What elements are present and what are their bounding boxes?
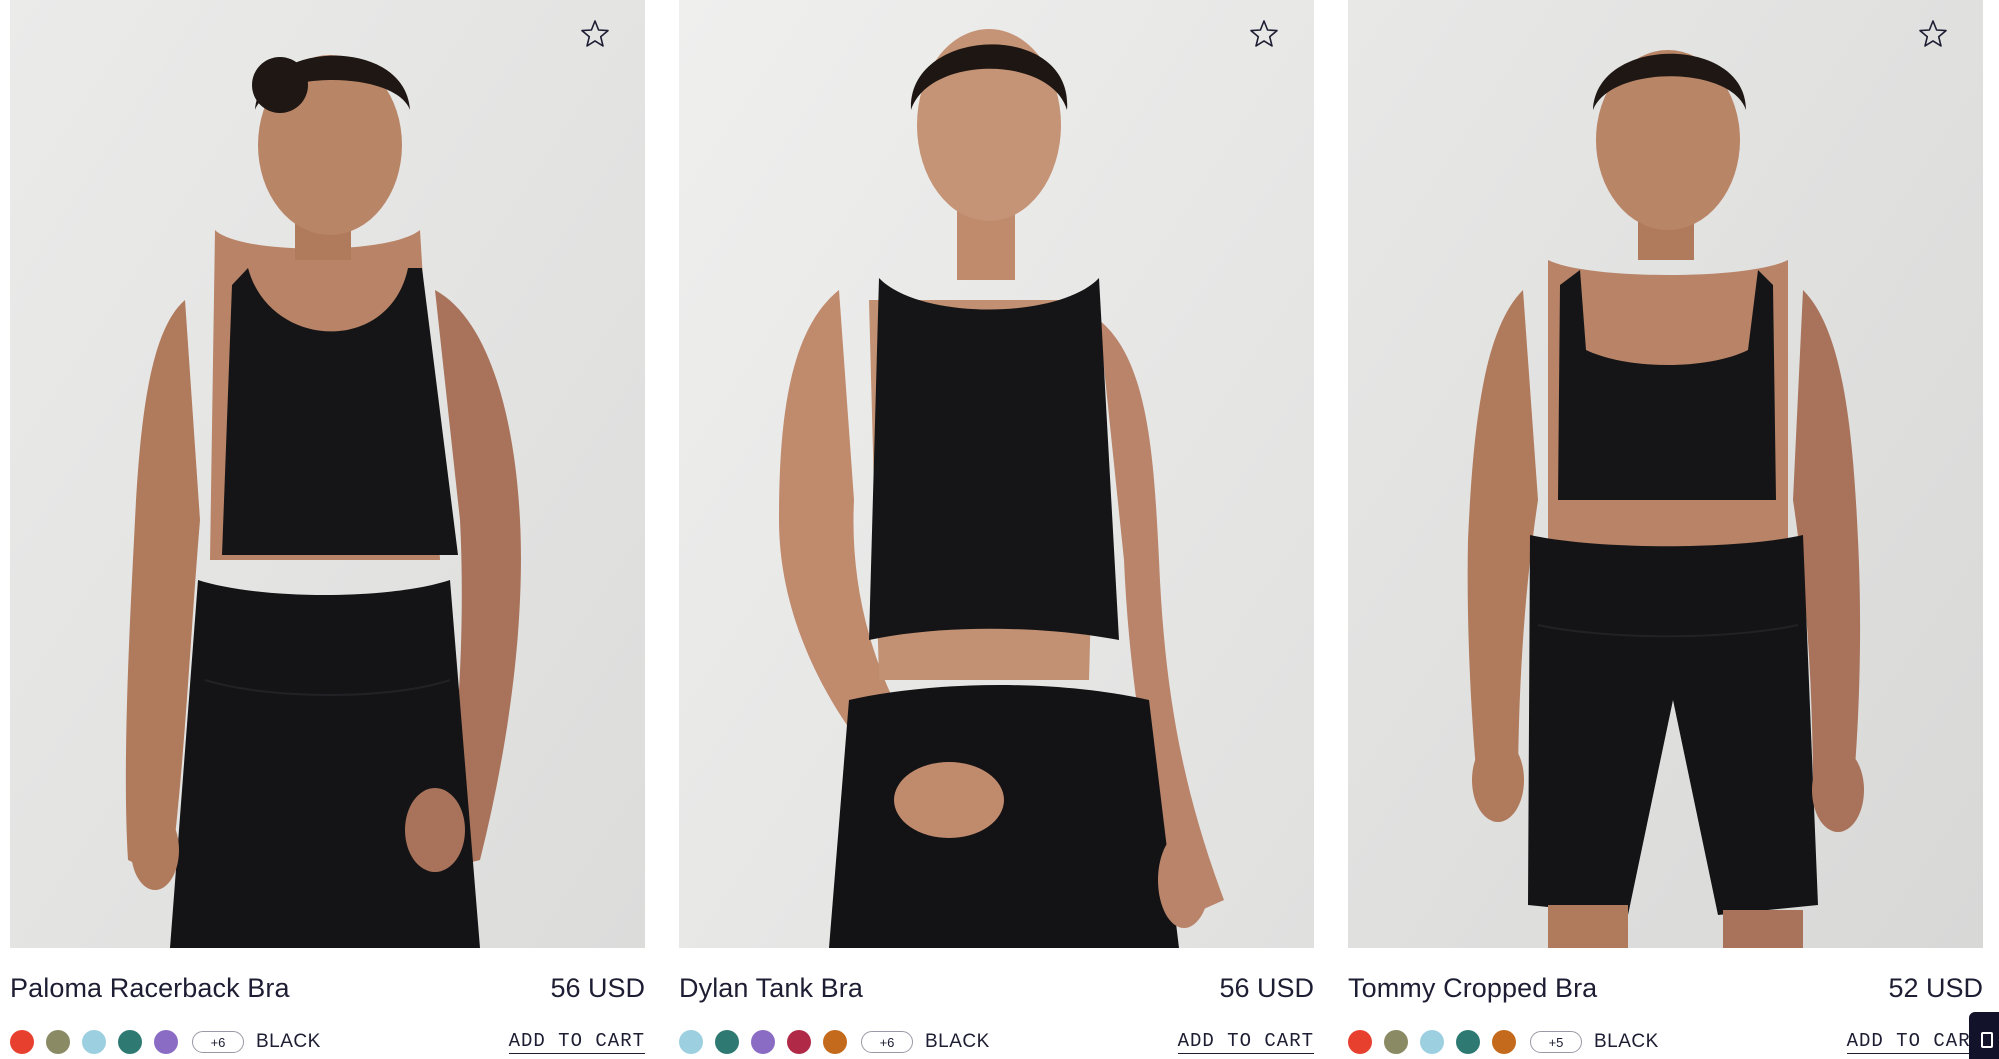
add-to-cart-button[interactable]: ADD TO CART	[1846, 1030, 1983, 1054]
color-swatch[interactable]	[751, 1030, 775, 1054]
color-swatch[interactable]	[823, 1030, 847, 1054]
color-swatch[interactable]	[1420, 1030, 1444, 1054]
product-image[interactable]	[679, 0, 1314, 948]
more-colors-button[interactable]: +6	[192, 1031, 244, 1053]
selected-color-label: BLACK	[256, 1031, 321, 1052]
color-swatches: +6 BLACK ADD TO CART	[679, 1028, 1314, 1056]
color-swatch[interactable]	[679, 1030, 703, 1054]
product-card: Tommy Cropped Bra 52 USD +5 BLACK ADD TO…	[1348, 0, 1983, 1059]
product-name[interactable]: Tommy Cropped Bra	[1348, 973, 1597, 1004]
color-swatch[interactable]	[46, 1030, 70, 1054]
product-grid: Paloma Racerback Bra 56 USD +6 BLACK ADD…	[0, 0, 1999, 1059]
product-info: Dylan Tank Bra 56 USD	[679, 972, 1314, 1004]
more-colors-button[interactable]: +5	[1530, 1031, 1582, 1053]
product-image[interactable]	[10, 0, 645, 948]
color-swatch[interactable]	[10, 1030, 34, 1054]
product-card: Paloma Racerback Bra 56 USD +6 BLACK ADD…	[10, 0, 645, 1059]
star-outline-icon[interactable]	[579, 18, 611, 50]
chat-icon	[1981, 1032, 1993, 1048]
product-price: 56 USD	[550, 972, 645, 1003]
star-outline-icon[interactable]	[1248, 18, 1280, 50]
product-card: Dylan Tank Bra 56 USD +6 BLACK ADD TO CA…	[679, 0, 1314, 1059]
chat-widget-button[interactable]	[1969, 1012, 1999, 1059]
color-swatch[interactable]	[1348, 1030, 1372, 1054]
more-colors-button[interactable]: +6	[861, 1031, 913, 1053]
product-info: Paloma Racerback Bra 56 USD	[10, 972, 645, 1004]
selected-color-label: BLACK	[925, 1031, 990, 1052]
color-swatch[interactable]	[1384, 1030, 1408, 1054]
product-price: 52 USD	[1888, 972, 1983, 1003]
product-name[interactable]: Dylan Tank Bra	[679, 973, 863, 1004]
product-name[interactable]: Paloma Racerback Bra	[10, 973, 290, 1004]
color-swatches: +5 BLACK ADD TO CART	[1348, 1028, 1983, 1056]
selected-color-label: BLACK	[1594, 1031, 1659, 1052]
color-swatch[interactable]	[787, 1030, 811, 1054]
product-image[interactable]	[1348, 0, 1983, 948]
add-to-cart-button[interactable]: ADD TO CART	[508, 1030, 645, 1054]
product-price: 56 USD	[1219, 972, 1314, 1003]
add-to-cart-button[interactable]: ADD TO CART	[1177, 1030, 1314, 1054]
product-info: Tommy Cropped Bra 52 USD	[1348, 972, 1983, 1004]
color-swatches: +6 BLACK ADD TO CART	[10, 1028, 645, 1056]
color-swatch[interactable]	[1492, 1030, 1516, 1054]
color-swatch[interactable]	[154, 1030, 178, 1054]
color-swatch[interactable]	[82, 1030, 106, 1054]
color-swatch[interactable]	[1456, 1030, 1480, 1054]
color-swatch[interactable]	[715, 1030, 739, 1054]
color-swatch[interactable]	[118, 1030, 142, 1054]
star-outline-icon[interactable]	[1917, 18, 1949, 50]
